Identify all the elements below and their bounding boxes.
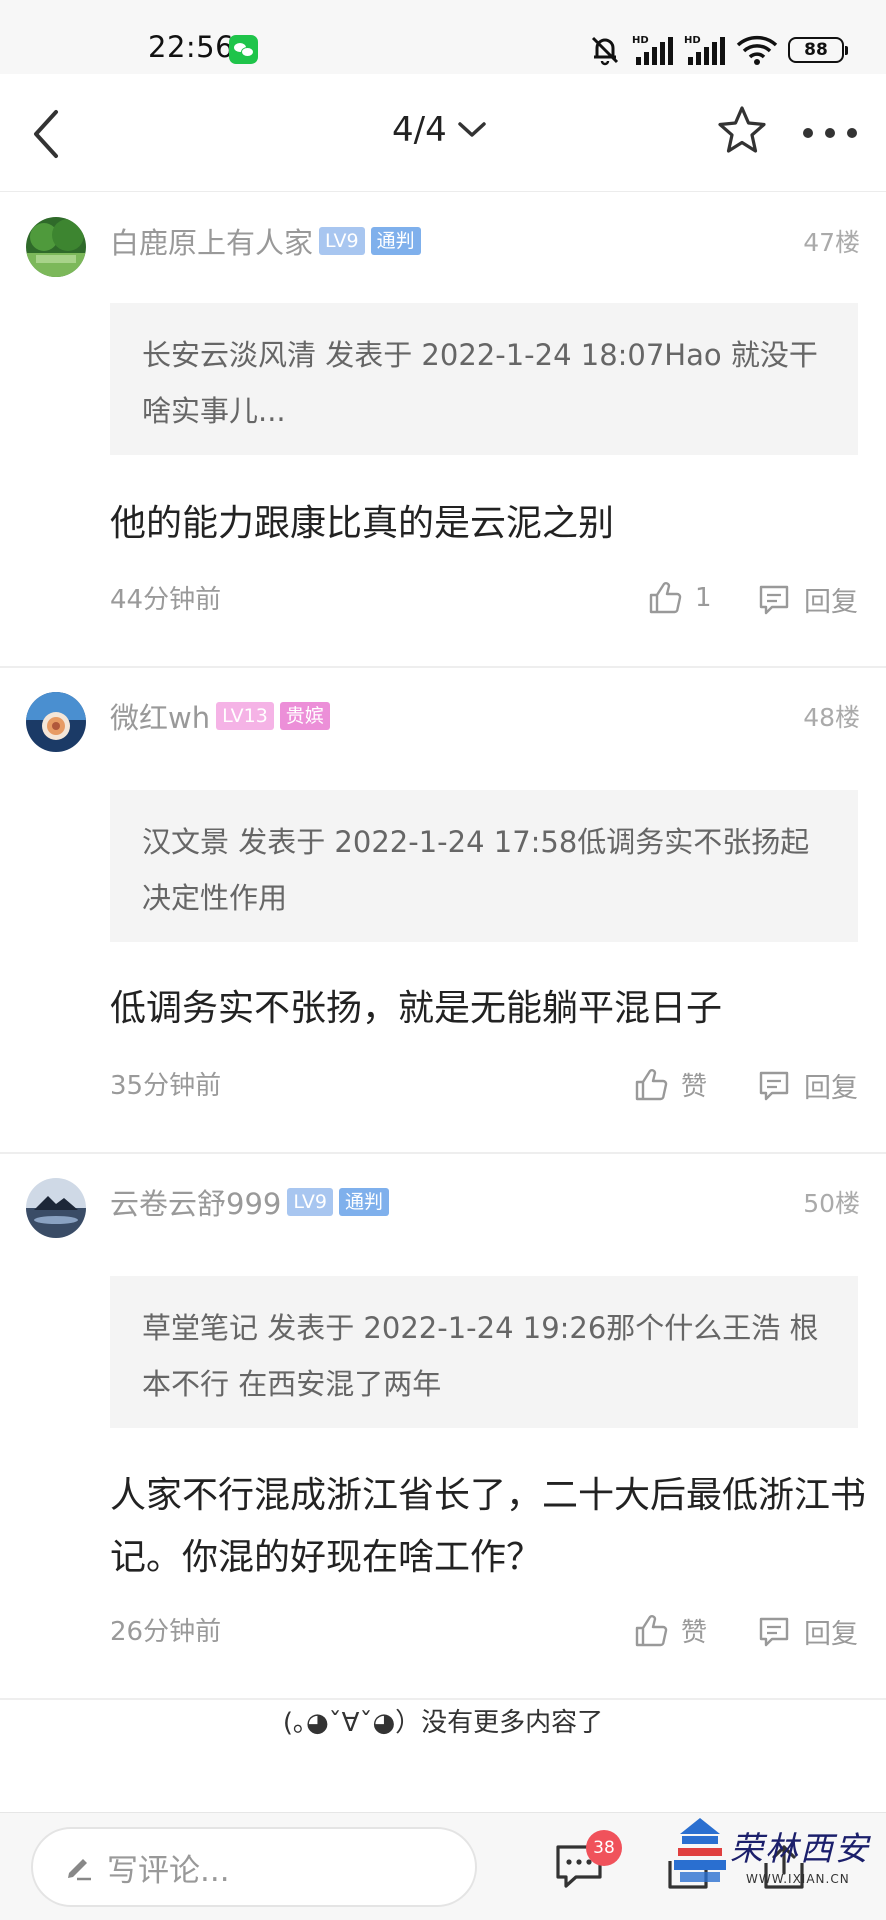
reply-icon bbox=[759, 1071, 789, 1100]
pencil-icon bbox=[68, 1859, 91, 1881]
thumbs-up-icon bbox=[649, 582, 682, 614]
comment-content: 他的能力跟康比真的是云泥之别 bbox=[110, 503, 615, 544]
battery-icon: 88 bbox=[788, 37, 848, 63]
comment-time: 44分钟前 bbox=[110, 585, 222, 615]
wifi-icon bbox=[736, 35, 778, 65]
username[interactable]: 微红wh bbox=[110, 695, 210, 737]
avatar[interactable] bbox=[26, 217, 86, 277]
chevron-down-icon bbox=[457, 122, 486, 137]
like-label: 赞 bbox=[681, 1618, 708, 1648]
comment-meta: 44分钟前 1 回复 bbox=[110, 580, 858, 620]
like-button[interactable]: 赞 bbox=[633, 1066, 707, 1103]
mute-bell-icon bbox=[591, 36, 619, 66]
username-row: 云卷云舒999 LV9 通判 bbox=[110, 1182, 389, 1222]
username[interactable]: 云卷云舒999 bbox=[110, 1181, 281, 1223]
reply-label: 回复 bbox=[804, 1073, 858, 1104]
hd-signal-icon: HD bbox=[632, 35, 673, 65]
reply-button[interactable]: 回复 bbox=[756, 1612, 858, 1651]
avatar[interactable] bbox=[26, 692, 86, 752]
comment-input-placeholder: 写评论... bbox=[107, 1852, 230, 1889]
more-icon[interactable] bbox=[800, 118, 860, 148]
status-bar: 22:56 HD HD 88 bbox=[0, 0, 886, 74]
quoted-reply[interactable]: 汉文景 发表于 2022-1-24 17:58低调务实不张扬起决定性作用 bbox=[110, 790, 858, 942]
comment-item: 白鹿原上有人家 LV9 通判 47楼 长安云淡风清 发表于 2022-1-24 … bbox=[0, 193, 886, 668]
level-badge: LV9 bbox=[287, 1188, 333, 1216]
floor-number: 47楼 bbox=[803, 228, 860, 257]
comment-count-badge: 38 bbox=[586, 1830, 622, 1866]
comment-item: 云卷云舒999 LV9 通判 50楼 草堂笔记 发表于 2022-1-24 19… bbox=[0, 1154, 886, 1700]
comment-content: 人家不行混成浙江省长了，二十大后最低浙江书记。你混的好现在啥工作？ bbox=[110, 1475, 867, 1578]
title-badge: 通判 bbox=[338, 1188, 389, 1216]
svg-text:HD: HD bbox=[632, 35, 649, 46]
thumbs-up-icon bbox=[635, 1068, 668, 1100]
top-nav: 4/4 bbox=[0, 74, 886, 192]
reply-button[interactable]: 回复 bbox=[756, 1066, 858, 1105]
page-indicator-text: 4/4 bbox=[392, 110, 447, 150]
status-time: 22:56 bbox=[148, 30, 235, 64]
title-badge: 贵嫔 bbox=[279, 702, 330, 730]
back-icon[interactable] bbox=[26, 104, 76, 164]
floor-number: 48楼 bbox=[803, 703, 860, 732]
title-badge: 通判 bbox=[370, 227, 421, 255]
level-badge: LV13 bbox=[216, 702, 274, 730]
quoted-reply[interactable]: 草堂笔记 发表于 2022-1-24 19:26那个什么王浩 根本不行 在西安混… bbox=[110, 1276, 858, 1428]
watermark-logo-icon bbox=[674, 1818, 726, 1882]
like-label: 赞 bbox=[681, 1072, 708, 1102]
page-indicator[interactable]: 4/4 bbox=[392, 110, 487, 150]
like-button[interactable]: 1 bbox=[647, 580, 712, 616]
svg-text:HD: HD bbox=[684, 35, 701, 46]
like-button[interactable]: 赞 bbox=[633, 1612, 707, 1649]
level-badge: LV9 bbox=[319, 227, 365, 255]
quoted-reply[interactable]: 长安云淡风清 发表于 2022-1-24 18:07Hao 就没干啥实事儿... bbox=[110, 303, 858, 455]
hd-signal-icon: HD bbox=[684, 35, 725, 65]
like-count: 1 bbox=[695, 583, 712, 613]
username-row: 白鹿原上有人家 LV9 通判 bbox=[110, 221, 421, 261]
reply-icon bbox=[759, 1617, 789, 1646]
comment-item: 微红wh LV13 贵嫔 48楼 汉文景 发表于 2022-1-24 17:58… bbox=[0, 668, 886, 1154]
reply-button[interactable]: 回复 bbox=[756, 580, 858, 619]
end-of-list-note: (｡◕ˇ∀ˇ◕）没有更多内容了 bbox=[282, 1708, 604, 1738]
comment-time: 35分钟前 bbox=[110, 1071, 222, 1101]
star-icon[interactable] bbox=[712, 102, 772, 162]
reply-label: 回复 bbox=[804, 587, 858, 618]
thumbs-up-icon bbox=[635, 1614, 668, 1646]
reply-icon bbox=[759, 585, 789, 614]
comment-input[interactable]: 写评论... bbox=[31, 1827, 477, 1907]
watermark-url: WWW.IXIAN.CN bbox=[746, 1872, 850, 1886]
comment-content: 低调务实不张扬，就是无能躺平混日子 bbox=[110, 988, 723, 1029]
username[interactable]: 白鹿原上有人家 bbox=[110, 220, 313, 262]
wechat-icon bbox=[229, 35, 258, 64]
floor-number: 50楼 bbox=[803, 1189, 860, 1218]
avatar[interactable] bbox=[26, 1178, 86, 1238]
comment-meta: 35分钟前 赞 回复 bbox=[110, 1066, 858, 1106]
watermark-title: 荣林西安 bbox=[730, 1829, 870, 1868]
username-row: 微红wh LV13 贵嫔 bbox=[110, 696, 330, 736]
comment-time: 26分钟前 bbox=[110, 1617, 222, 1647]
site-watermark: 荣林西安 WWW.IXIAN.CN bbox=[670, 1814, 880, 1894]
status-icons: HD HD 88 bbox=[588, 32, 848, 68]
reply-label: 回复 bbox=[804, 1619, 858, 1650]
comment-meta: 26分钟前 赞 回复 bbox=[110, 1612, 858, 1652]
